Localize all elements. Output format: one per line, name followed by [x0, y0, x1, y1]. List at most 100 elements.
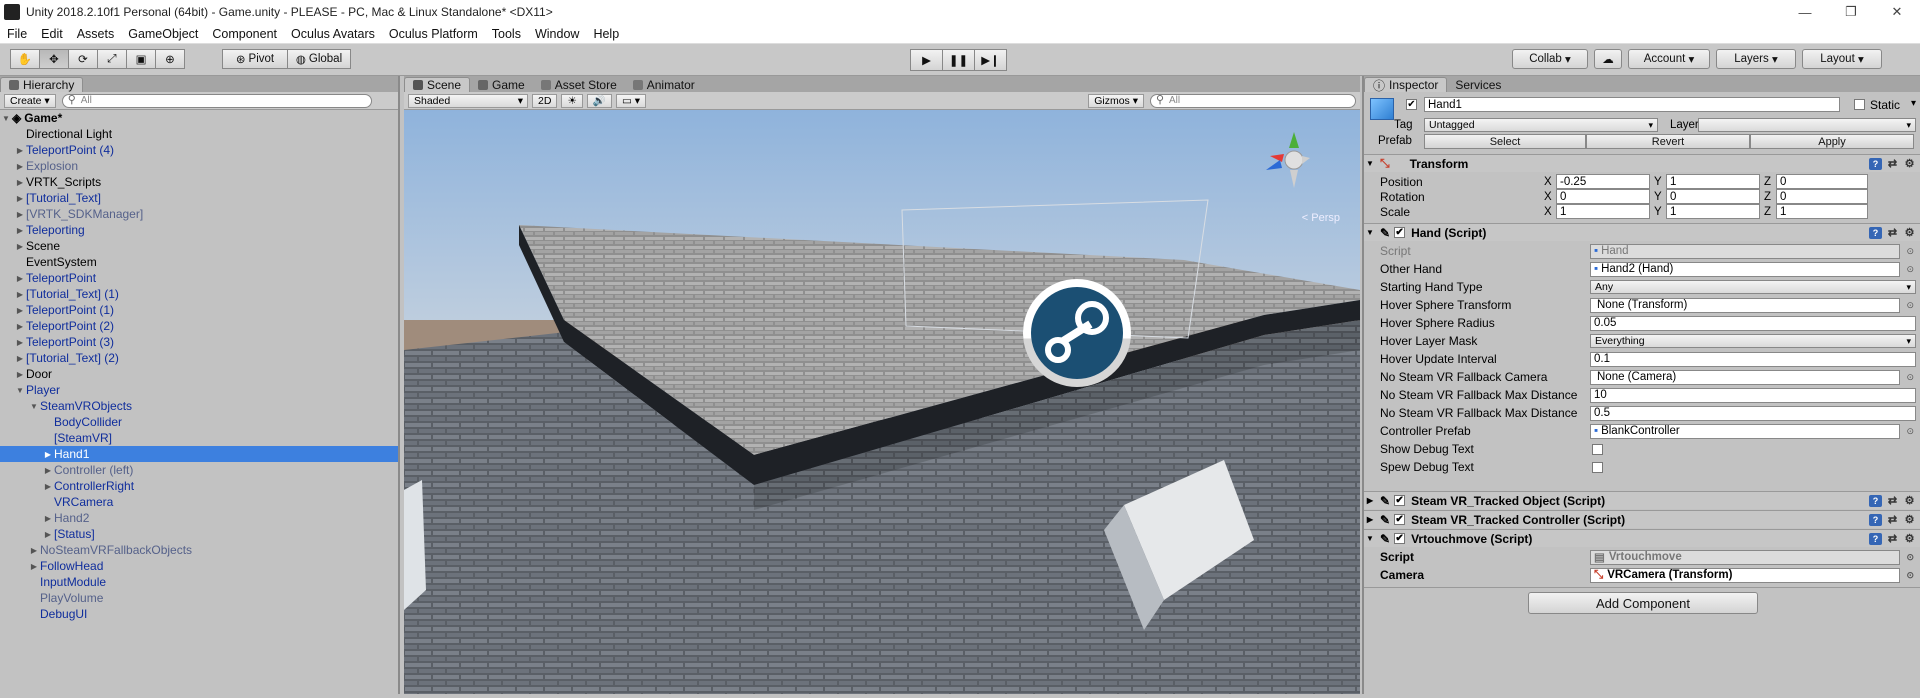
- help-icon[interactable]: ?: [1869, 513, 1882, 526]
- tab-inspector[interactable]: ⓘ Inspector: [1364, 77, 1448, 93]
- hierarchy-item[interactable]: EventSystem: [0, 254, 398, 270]
- help-icon[interactable]: ?: [1869, 532, 1882, 545]
- tracked-controller-header[interactable]: ▶ ✎ ✔ Steam VR_Tracked Controller (Scrip…: [1364, 510, 1920, 528]
- scene-render[interactable]: [404, 110, 1360, 694]
- static-checkbox[interactable]: [1854, 99, 1865, 110]
- hand-script-header[interactable]: ▼ ✎ ✔ Hand (Script) ? ⇄ ⚙: [1364, 223, 1920, 241]
- menu-tools[interactable]: Tools: [485, 27, 528, 41]
- object-picker-icon[interactable]: ⊙: [1906, 264, 1914, 275]
- rect-tool-icon[interactable]: ▣: [126, 49, 156, 69]
- expand-arrow-icon[interactable]: ▶: [14, 146, 26, 155]
- expand-arrow-icon[interactable]: ▶: [14, 290, 26, 299]
- scale-y-field[interactable]: 1: [1666, 204, 1760, 219]
- collapse-arrow-icon[interactable]: ▼: [1364, 159, 1376, 168]
- tab-animator[interactable]: Animator: [625, 77, 703, 92]
- object-picker-icon[interactable]: ⊙: [1906, 300, 1914, 311]
- transform-tool-icon[interactable]: ⊕: [155, 49, 185, 69]
- hierarchy-item[interactable]: ▶ [Status]: [0, 526, 398, 542]
- expand-arrow-icon[interactable]: ▶: [1364, 515, 1376, 524]
- scale-tool-icon[interactable]: ⤢: [97, 49, 127, 69]
- object-picker-icon[interactable]: ⊙: [1906, 372, 1914, 383]
- preset-icon[interactable]: ⇄: [1886, 514, 1899, 526]
- hierarchy-item[interactable]: ▶ TeleportPoint (1): [0, 302, 398, 318]
- hand-field-reference[interactable]: ▪ BlankController: [1590, 423, 1900, 439]
- step-button[interactable]: ▶❙: [974, 49, 1007, 71]
- hierarchy-item[interactable]: ▶ Teleporting: [0, 222, 398, 238]
- move-tool-icon[interactable]: ✥: [39, 49, 69, 69]
- object-picker-icon[interactable]: ⊙: [1906, 552, 1914, 563]
- hierarchy-item[interactable]: ▶ NoSteamVRFallbackObjects: [0, 542, 398, 558]
- collapse-arrow-icon[interactable]: ▼: [1364, 228, 1376, 237]
- expand-arrow-icon[interactable]: ▶: [28, 562, 40, 571]
- gear-icon[interactable]: ⚙: [1903, 158, 1916, 170]
- menu-help[interactable]: Help: [586, 27, 626, 41]
- hierarchy-item[interactable]: [SteamVR]: [0, 430, 398, 446]
- pivot-toggle[interactable]: ⊛ Pivot: [222, 49, 288, 69]
- scene-root[interactable]: ▼ ◈ Game*: [0, 110, 398, 126]
- hand-field-reference[interactable]: ▪ Hand2 (Hand): [1590, 261, 1900, 277]
- expand-arrow-icon[interactable]: ▶: [14, 162, 26, 171]
- expand-arrow-icon[interactable]: ▶: [14, 274, 26, 283]
- steam-icon[interactable]: [1023, 279, 1131, 387]
- expand-arrow-icon[interactable]: ▶: [42, 450, 54, 459]
- position-x-field[interactable]: -0.25: [1556, 174, 1650, 189]
- tab-hierarchy[interactable]: Hierarchy: [0, 77, 84, 92]
- add-component-button[interactable]: Add Component: [1528, 592, 1758, 614]
- menu-edit[interactable]: Edit: [34, 27, 70, 41]
- layer-dropdown[interactable]: [1698, 118, 1916, 132]
- cloud-button[interactable]: ☁: [1594, 49, 1622, 69]
- lighting-toggle-icon[interactable]: ☀: [561, 93, 583, 108]
- object-picker-icon[interactable]: ⊙: [1906, 570, 1914, 581]
- expand-arrow-icon[interactable]: ▶: [14, 354, 26, 363]
- rotate-tool-icon[interactable]: ⟳: [68, 49, 98, 69]
- position-y-field[interactable]: 1: [1666, 174, 1760, 189]
- gizmos-dropdown[interactable]: Gizmos ▾: [1088, 93, 1144, 108]
- close-icon[interactable]: ✕: [1874, 0, 1920, 24]
- hand-field-dropdown[interactable]: Everything: [1590, 334, 1916, 348]
- layout-dropdown[interactable]: Layout ▾: [1802, 49, 1882, 69]
- account-dropdown[interactable]: Account ▾: [1628, 49, 1710, 69]
- layers-dropdown[interactable]: Layers ▾: [1716, 49, 1796, 69]
- expand-arrow-icon[interactable]: ▶: [1364, 496, 1376, 505]
- scale-x-field[interactable]: 1: [1556, 204, 1650, 219]
- expand-arrow-icon[interactable]: ▶: [14, 242, 26, 251]
- hierarchy-item[interactable]: ▶ TeleportPoint (2): [0, 318, 398, 334]
- vrtouchmove-header[interactable]: ▼ ✎ ✔ Vrtouchmove (Script) ? ⇄ ⚙: [1364, 529, 1920, 547]
- menu-gameobject[interactable]: GameObject: [121, 27, 205, 41]
- expand-arrow-icon[interactable]: ▶: [28, 546, 40, 555]
- position-z-field[interactable]: 0: [1776, 174, 1868, 189]
- hand-field-input[interactable]: 0.05: [1590, 315, 1916, 331]
- expand-arrow-icon[interactable]: ▶: [14, 226, 26, 235]
- transform-header[interactable]: ▼ ⤡ Transform ? ⇄ ⚙: [1364, 154, 1920, 172]
- hierarchy-item[interactable]: PlayVolume: [0, 590, 398, 606]
- hierarchy-item[interactable]: ▶ Hand1: [0, 446, 398, 462]
- hierarchy-item[interactable]: ▶ [Tutorial_Text] (1): [0, 286, 398, 302]
- tracked-object-enabled-checkbox[interactable]: ✔: [1394, 495, 1406, 506]
- vrtouchmove-enabled-checkbox[interactable]: ✔: [1394, 533, 1406, 544]
- hand-field-input[interactable]: 10: [1590, 387, 1916, 403]
- menu-oculus-platform[interactable]: Oculus Platform: [382, 27, 485, 41]
- hierarchy-item[interactable]: VRCamera: [0, 494, 398, 510]
- play-button[interactable]: ▶: [910, 49, 943, 71]
- hand-script-enabled-checkbox[interactable]: ✔: [1394, 227, 1406, 238]
- persp-label[interactable]: < Persp: [1302, 212, 1340, 224]
- hierarchy-item[interactable]: DebugUI: [0, 606, 398, 622]
- global-toggle[interactable]: ◍ Global: [287, 49, 351, 69]
- preset-icon[interactable]: ⇄: [1886, 495, 1899, 507]
- hierarchy-item[interactable]: ▼ Player: [0, 382, 398, 398]
- hierarchy-item[interactable]: ▶ FollowHead: [0, 558, 398, 574]
- menu-oculus-avatars[interactable]: Oculus Avatars: [284, 27, 382, 41]
- prefab-select-button[interactable]: Select: [1424, 134, 1586, 149]
- expand-arrow-icon[interactable]: ▶: [42, 466, 54, 475]
- hand-field-input[interactable]: 0.5: [1590, 405, 1916, 421]
- hierarchy-search-input[interactable]: All: [61, 93, 372, 108]
- active-checkbox[interactable]: ✔: [1406, 99, 1417, 110]
- hierarchy-item[interactable]: Directional Light: [0, 126, 398, 142]
- expand-arrow-icon[interactable]: ▶: [14, 322, 26, 331]
- gear-icon[interactable]: ⚙: [1903, 533, 1916, 545]
- gear-icon[interactable]: ⚙: [1903, 227, 1916, 239]
- menu-file[interactable]: File: [0, 27, 34, 41]
- hierarchy-item[interactable]: ▶ Explosion: [0, 158, 398, 174]
- collapse-arrow-icon[interactable]: ▼: [1364, 534, 1376, 543]
- tracked-controller-enabled-checkbox[interactable]: ✔: [1394, 514, 1406, 525]
